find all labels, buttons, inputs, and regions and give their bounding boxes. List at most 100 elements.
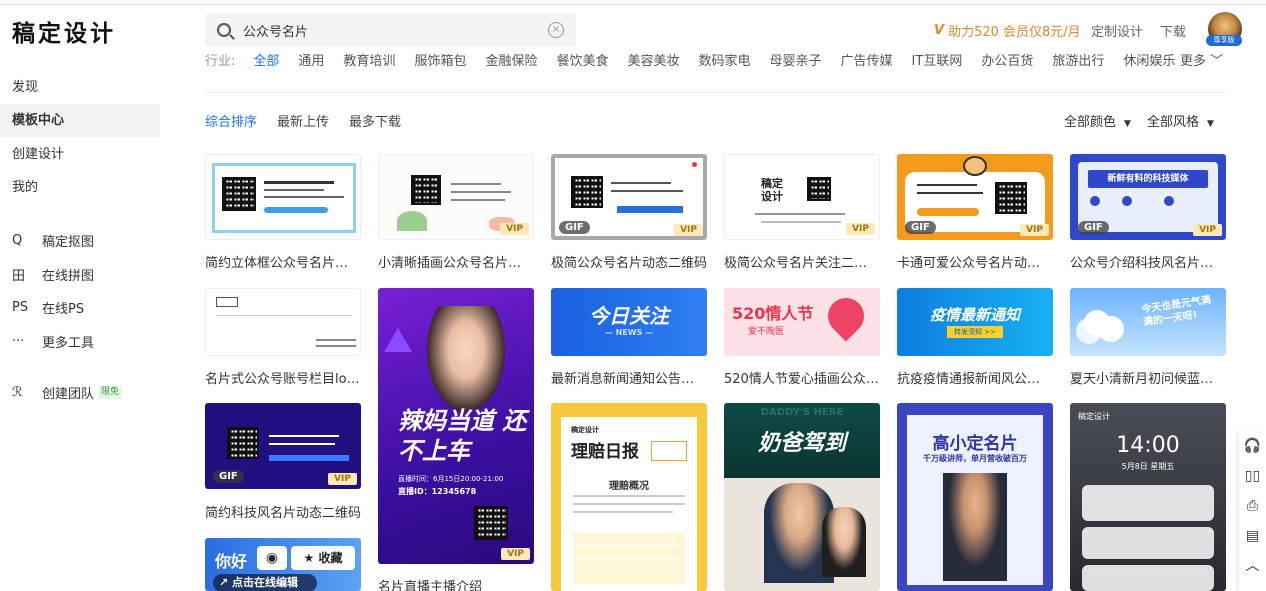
card-name-title: 高小定名片	[932, 434, 1018, 454]
template-card[interactable]: GIF VIP	[205, 403, 361, 489]
preview-eye-icon[interactable]: ◉	[257, 546, 287, 570]
industry-chip[interactable]: IT互联网	[912, 50, 963, 69]
card-caption[interactable]: 名片式公众号账号栏目logo	[205, 368, 361, 387]
industry-chip[interactable]: 母婴亲子	[770, 50, 822, 69]
edit-online-button[interactable]: ↗ 点击在线编辑	[213, 574, 317, 591]
text-line	[316, 339, 356, 341]
card-caption[interactable]: 夏天小清新月初问候蓝天公...	[1070, 368, 1226, 387]
vip-badge: VIP	[1020, 224, 1049, 236]
search-bar[interactable]: ×	[205, 13, 576, 47]
sidebar-tool-cutout[interactable]: Q 稿定抠图	[12, 231, 94, 250]
sort-tab-latest[interactable]: 最新上传	[277, 111, 329, 130]
card-caption[interactable]: 公众号介绍科技风名片动态...	[1070, 252, 1226, 271]
triangle-shape	[384, 328, 412, 352]
text-line	[451, 183, 501, 185]
industry-chip[interactable]: 通用	[298, 50, 324, 69]
industry-chip[interactable]: 休闲娱乐	[1123, 50, 1175, 69]
sort-tab-overall[interactable]: 综合排序	[205, 111, 257, 130]
epidemic-title: 疫情最新通知	[929, 306, 1020, 324]
industry-chip[interactable]: 教育培训	[343, 50, 395, 69]
dad-title: 奶爸驾到	[757, 431, 846, 456]
industry-chip[interactable]: 金融保险	[485, 50, 537, 69]
sidebar-tool-team[interactable]: ℛ 创建团队 限免	[12, 383, 123, 402]
industry-chip[interactable]: 餐饮美食	[556, 50, 608, 69]
gif-badge: GIF	[1078, 221, 1109, 234]
industry-chip[interactable]: 办公百货	[981, 50, 1033, 69]
sidebar-item-discover[interactable]: 发现	[0, 71, 160, 104]
compare-icon[interactable]: ▯▯	[1239, 461, 1266, 491]
headset-icon[interactable]: 🎧	[1239, 431, 1266, 461]
industry-chip[interactable]: 美容美妆	[627, 50, 679, 69]
custom-design-link[interactable]: 定制设计	[1091, 21, 1143, 40]
notification	[1082, 565, 1214, 591]
template-card[interactable]: 疫情最新通知 转发须知 >>	[897, 288, 1053, 356]
template-card[interactable]: GIF VIP	[551, 154, 707, 240]
search-input[interactable]	[243, 22, 548, 38]
text-line	[573, 511, 673, 513]
industry-chip[interactable]: 数码家电	[699, 50, 751, 69]
follow-pill	[269, 455, 349, 461]
color-filter[interactable]: 全部颜色 ▼	[1064, 111, 1131, 130]
template-card-tall[interactable]: 高小定名片 千万级讲师，单月营收破百万	[897, 403, 1053, 591]
sidebar-tool-collage[interactable]: 田 在线拼图	[12, 265, 94, 284]
template-card[interactable]	[205, 288, 361, 356]
card-caption[interactable]: 卡通可爱公众号名片动态二...	[897, 252, 1053, 271]
industry-more[interactable]: 更多 ﹀	[1180, 50, 1223, 69]
template-card[interactable]: 520情人节 爱不陶医	[724, 288, 880, 356]
card-caption[interactable]: 名片直播主播介绍	[378, 576, 534, 591]
template-card[interactable]: VIP	[378, 154, 534, 240]
color-filter-label: 全部颜色	[1064, 115, 1117, 130]
cloud-illustration	[1084, 310, 1110, 336]
industry-chip-all[interactable]: 全部	[253, 50, 279, 69]
card-caption[interactable]: 极简公众号名片动态二维码	[551, 252, 707, 271]
vip-badge: VIP	[1193, 224, 1222, 236]
card-caption[interactable]: 小清晰插画公众号名片关注...	[378, 252, 534, 271]
template-card[interactable]: GIF VIP	[897, 154, 1053, 240]
app-logo[interactable]: 稿定设计	[12, 14, 116, 48]
card-caption[interactable]: 简约科技风名片动态二维码	[205, 502, 361, 521]
gif-badge: GIF	[559, 221, 590, 234]
sidebar-item-create[interactable]: 创建设计	[0, 138, 160, 171]
mom-id: 直播ID：12345678	[398, 487, 477, 496]
qr-code-icon	[222, 177, 256, 211]
logo-box	[216, 297, 238, 307]
industry-chip[interactable]: 广告传媒	[841, 50, 893, 69]
card-caption[interactable]: 最新消息新闻通知公告公众...	[551, 368, 707, 387]
text-line	[573, 503, 685, 505]
template-card-tall[interactable]: 稿定设计 理赔日报 理赔概况	[551, 403, 707, 591]
card-caption[interactable]: 简约立体框公众号名片关注...	[205, 252, 361, 271]
vip-promo-link[interactable]: V 助力520 会员仅8元/月	[934, 21, 1081, 40]
speaker-photo	[943, 473, 1007, 581]
tool-label: 更多工具	[42, 336, 95, 351]
dot-icon	[1090, 196, 1100, 206]
back-to-top-icon[interactable]: ︿	[1239, 551, 1266, 581]
template-card[interactable]	[205, 154, 361, 240]
card-caption[interactable]: 520情人节爱心插画公众号...	[724, 368, 880, 387]
feedback-icon[interactable]: ⎙	[1239, 491, 1266, 521]
template-card[interactable]: 今天也是元气满满的一天呀!	[1070, 288, 1226, 356]
sidebar-tool-ps[interactable]: PS 在线PS	[12, 298, 84, 317]
sidebar-item-templates[interactable]: 模板中心	[0, 104, 160, 137]
sidebar-item-mine[interactable]: 我的	[0, 171, 160, 204]
template-card-tall[interactable]: DADDY'S HERE 奶爸驾到	[724, 403, 880, 591]
style-filter[interactable]: 全部风格 ▼	[1147, 111, 1214, 130]
text-line	[917, 192, 983, 194]
download-link[interactable]: 下载	[1160, 21, 1186, 40]
clear-icon[interactable]: ×	[548, 22, 564, 38]
card-caption[interactable]: 极简公众号名片关注二维码...	[724, 252, 880, 271]
template-card-tall[interactable]: 辣妈当道 还不上车 直播时间：6月15日20:00-21:00 直播ID：123…	[378, 288, 534, 564]
message-icon[interactable]: ▤	[1239, 521, 1266, 551]
industry-chip[interactable]: 服饰箱包	[414, 50, 466, 69]
template-card-tall[interactable]: 稿定设计 14:00 5月8日 星期五	[1070, 403, 1226, 591]
sort-tab-downloads[interactable]: 最多下载	[349, 111, 401, 130]
presenter-photo	[424, 306, 508, 416]
collect-button[interactable]: ★ 收藏	[291, 546, 355, 570]
template-card[interactable]: 今日关注 — NEWS —	[551, 288, 707, 356]
template-card-hover[interactable]: 你好 ◉ ★ 收藏 ↗ 点击在线编辑	[205, 538, 361, 591]
vip-badge: VIP	[500, 223, 529, 235]
template-card[interactable]: 新鲜有料的科技媒体 GIF VIP	[1070, 154, 1226, 240]
card-caption[interactable]: 抗疫疫情通报新闻风公众号...	[897, 368, 1053, 387]
sidebar-tool-more[interactable]: ··· 更多工具	[12, 332, 94, 351]
template-card[interactable]: 稿定设计 VIP	[724, 154, 880, 240]
industry-chip[interactable]: 旅游出行	[1052, 50, 1104, 69]
